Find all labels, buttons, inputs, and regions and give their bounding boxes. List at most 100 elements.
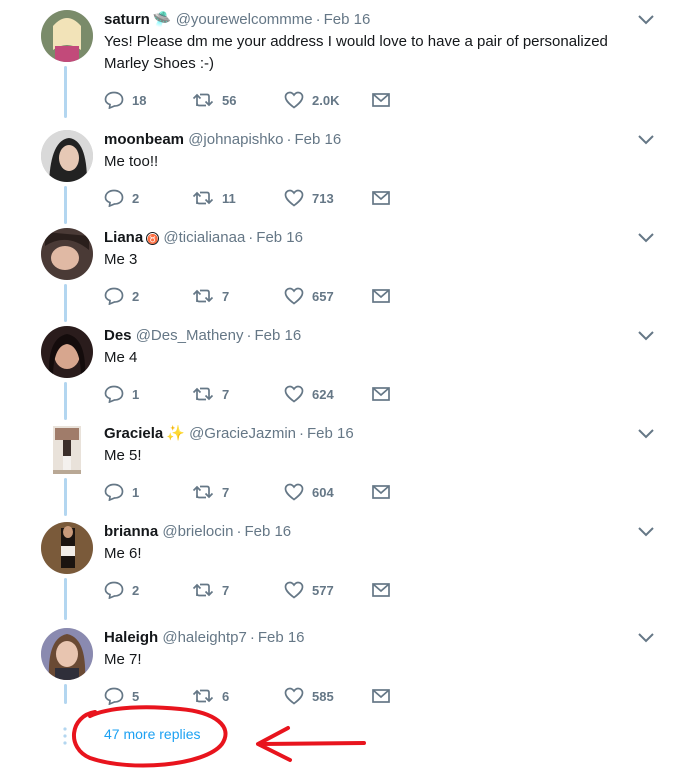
avatar[interactable] (53, 426, 81, 474)
timestamp[interactable]: Feb 16 (294, 131, 341, 148)
tweet-text: Me 4 (104, 349, 138, 366)
direct-message-button[interactable] (372, 580, 390, 600)
user-handle[interactable]: @yourewelcommme (176, 11, 313, 28)
retweet-button[interactable]: 56 (192, 90, 236, 110)
retweet-icon (192, 93, 214, 107)
retweet-button[interactable]: 7 (192, 286, 229, 306)
display-name[interactable]: saturn (104, 11, 150, 28)
envelope-icon (372, 289, 390, 303)
timestamp[interactable]: Feb 16 (307, 425, 354, 442)
reply-button[interactable]: 5 (104, 686, 139, 706)
like-button[interactable]: 585 (284, 686, 334, 706)
tweet-text: Yes! Please dm me your address I would l… (104, 33, 608, 72)
avatar[interactable] (41, 130, 93, 182)
tweet-text: Me 5! (104, 447, 142, 464)
retweet-button[interactable]: 6 (192, 686, 229, 706)
chevron-down-icon[interactable] (637, 14, 655, 26)
retweet-count: 6 (222, 688, 230, 704)
more-replies-dots-icon (63, 727, 67, 745)
chevron-down-icon[interactable] (637, 526, 655, 538)
retweet-button[interactable]: 11 (192, 188, 236, 208)
reply-icon (104, 581, 124, 599)
reply-icon (104, 687, 124, 705)
like-button[interactable]: 604 (284, 482, 334, 502)
chevron-down-icon[interactable] (637, 428, 655, 440)
direct-message-button[interactable] (372, 482, 390, 502)
direct-message-button[interactable] (372, 188, 390, 208)
user-handle[interactable]: @johnapishko (188, 131, 283, 148)
taurus-badge-icon: ♉ (146, 231, 160, 245)
avatar[interactable] (41, 326, 93, 378)
retweet-button[interactable]: 7 (192, 384, 229, 404)
avatar[interactable] (41, 10, 93, 62)
reply-count: 18 (132, 92, 147, 108)
like-count: 713 (312, 190, 334, 206)
reply-button[interactable]: 2 (104, 286, 139, 306)
like-button[interactable]: 713 (284, 188, 334, 208)
timestamp[interactable]: Feb 16 (256, 229, 303, 246)
like-button[interactable]: 577 (284, 580, 334, 600)
like-count: 2.0K (312, 92, 340, 108)
reply-count: 2 (132, 190, 140, 206)
avatar[interactable] (41, 228, 93, 280)
reply-button[interactable]: 2 (104, 580, 139, 600)
reply-button[interactable]: 18 (104, 90, 146, 110)
reply-count: 2 (132, 582, 140, 598)
like-button[interactable]: 657 (284, 286, 334, 306)
like-button[interactable]: 2.0K (284, 90, 339, 110)
timestamp[interactable]: Feb 16 (324, 11, 371, 28)
reply-count: 1 (132, 386, 140, 402)
more-replies-link[interactable]: 47 more replies (104, 726, 201, 742)
envelope-icon (372, 485, 390, 499)
chevron-down-icon[interactable] (637, 330, 655, 342)
like-button[interactable]: 624 (284, 384, 334, 404)
retweet-count: 7 (222, 386, 230, 402)
avatar[interactable] (41, 628, 93, 680)
retweet-icon (192, 485, 214, 499)
chevron-down-icon[interactable] (637, 232, 655, 244)
retweet-count: 7 (222, 582, 230, 598)
direct-message-button[interactable] (372, 90, 390, 110)
timestamp[interactable]: Feb 16 (254, 327, 301, 344)
timestamp[interactable]: Feb 16 (258, 629, 305, 646)
reply-button[interactable]: 2 (104, 188, 139, 208)
display-name[interactable]: Des (104, 327, 132, 344)
like-count: 585 (312, 688, 334, 704)
display-name[interactable]: Haleigh (104, 629, 158, 646)
avatar[interactable] (41, 522, 93, 574)
user-handle[interactable]: @haleightp7 (162, 629, 246, 646)
display-name[interactable]: Graciela (104, 425, 163, 442)
retweet-count: 11 (222, 190, 236, 206)
reply-button[interactable]: 1 (104, 482, 139, 502)
retweet-icon (192, 191, 214, 205)
user-handle[interactable]: @ticialianaa (163, 229, 245, 246)
like-count: 624 (312, 386, 334, 402)
timestamp[interactable]: Feb 16 (244, 523, 291, 540)
user-handle[interactable]: @Des_Matheny (136, 327, 244, 344)
chevron-down-icon[interactable] (637, 632, 655, 644)
user-handle[interactable]: @GracieJazmin (189, 425, 296, 442)
reply-icon (104, 385, 124, 403)
tweet-text: Me 6! (104, 545, 142, 562)
heart-icon (284, 483, 304, 501)
display-name[interactable]: brianna (104, 523, 158, 540)
direct-message-button[interactable] (372, 286, 390, 306)
direct-message-button[interactable] (372, 686, 390, 706)
user-handle[interactable]: @brielocin (162, 523, 233, 540)
sparkles-emoji: ✨ (166, 425, 185, 442)
reply-icon (104, 189, 124, 207)
reply-count: 5 (132, 688, 140, 704)
reply-button[interactable]: 1 (104, 384, 139, 404)
reply-icon (104, 483, 124, 501)
reply-count: 1 (132, 484, 140, 500)
display-name[interactable]: moonbeam (104, 131, 184, 148)
retweet-button[interactable]: 7 (192, 482, 229, 502)
display-name[interactable]: Liana (104, 229, 143, 246)
envelope-icon (372, 191, 390, 205)
ufo-emoji: 🛸 (152, 11, 172, 28)
retweet-count: 56 (222, 92, 237, 108)
direct-message-button[interactable] (372, 384, 390, 404)
retweet-count: 7 (222, 484, 230, 500)
retweet-button[interactable]: 7 (192, 580, 229, 600)
chevron-down-icon[interactable] (637, 134, 655, 146)
